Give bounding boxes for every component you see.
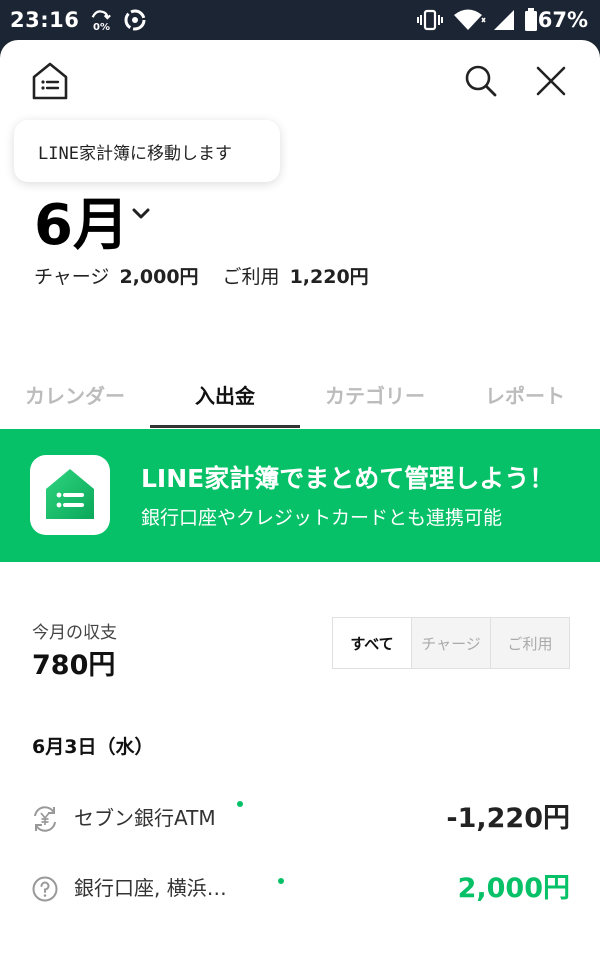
app-icon — [30, 455, 110, 535]
tab-report[interactable]: レポート — [450, 370, 600, 430]
close-icon[interactable] — [532, 62, 570, 100]
chevron-down-icon[interactable] — [130, 206, 152, 222]
search-icon[interactable] — [462, 62, 500, 100]
household-book-icon[interactable] — [30, 60, 70, 102]
charge-value: 2,000円 — [119, 266, 199, 288]
banner-subtitle: 銀行口座やクレジットカードとも連携可能 — [141, 507, 503, 529]
data-saver-value: 0% — [93, 22, 110, 33]
sync-circle-icon — [124, 9, 146, 31]
new-indicator-dot — [237, 801, 243, 807]
charge-label: チャージ — [34, 266, 110, 288]
vibrate-icon — [417, 9, 443, 31]
household-budget-sheet: LINE家計簿に移動します 6月 チャージ 2,000円 ご利用 1,220円 カレン… — [0, 40, 600, 961]
banner-title: LINE家計簿でまとめて管理しよう！ — [141, 464, 555, 493]
transaction-name: 銀行口座, 横浜… — [74, 876, 227, 900]
household-book-tooltip[interactable]: LINE家計簿に移動します — [14, 120, 280, 182]
transaction-amount: -1,220円 — [446, 803, 570, 834]
wifi-icon — [454, 9, 486, 30]
tab-transactions[interactable]: 入出金 — [150, 370, 300, 430]
household-app-icon — [46, 469, 94, 519]
view-tabs: カレンダー 入出金 カテゴリー レポート — [0, 370, 600, 430]
transaction-row[interactable]: セブン銀行ATM -1,220円 — [0, 788, 600, 848]
filter-all[interactable]: すべて — [333, 618, 411, 668]
month-summary: チャージ 2,000円 ご利用 1,220円 — [34, 262, 393, 289]
signal-icon — [494, 10, 514, 30]
month-title[interactable]: 6月 — [34, 180, 129, 261]
filter-segmented-control: すべて チャージ ご利用 — [332, 617, 570, 669]
battery-percent: 67% — [537, 8, 588, 32]
balance-value: 780円 — [32, 650, 116, 681]
usage-label: ご利用 — [222, 266, 280, 288]
transaction-amount: 2,000円 — [457, 873, 570, 904]
filter-usage[interactable]: ご利用 — [490, 618, 569, 668]
transaction-date-header: 6月3日（水） — [32, 736, 154, 758]
transaction-row[interactable]: 銀行口座, 横浜… 2,000円 — [0, 858, 600, 918]
question-circle-icon — [32, 876, 58, 902]
filter-charge[interactable]: チャージ — [411, 618, 490, 668]
tab-category[interactable]: カテゴリー — [300, 370, 450, 430]
status-bar: 23:16 0% 67% — [0, 0, 600, 40]
yen-exchange-icon — [34, 806, 56, 832]
household-book-banner[interactable]: LINE家計簿でまとめて管理しよう！ 銀行口座やクレジットカードとも連携可能 — [0, 429, 600, 562]
status-time: 23:16 — [10, 8, 80, 32]
new-indicator-dot — [278, 878, 284, 884]
tab-calendar[interactable]: カレンダー — [0, 370, 150, 430]
active-tab-indicator — [150, 425, 300, 428]
balance-label: 今月の収支 — [32, 623, 117, 643]
transaction-name: セブン銀行ATM — [74, 806, 216, 830]
usage-value: 1,220円 — [289, 266, 369, 288]
